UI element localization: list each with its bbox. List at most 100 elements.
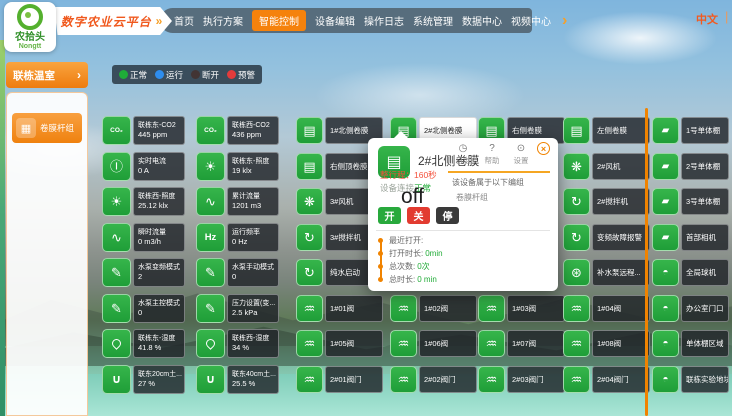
top-navbar: 首页执行方案智能控制设备编辑操作日志系统管理数据中心视频中心 › — [160, 8, 532, 33]
icon-glyph: ↻ — [571, 195, 582, 208]
app-logo: 农拾头 Nongtt — [4, 2, 56, 52]
camera-tile[interactable]: ▰2号单体棚 — [652, 153, 729, 180]
device-tile-box: 1#04阀 — [592, 295, 650, 322]
legend-item: 预警 — [227, 69, 255, 81]
sensor-tile[interactable]: ∿累计流量1201 m3 — [196, 187, 279, 216]
popup-tab[interactable]: ?帮助 — [479, 143, 505, 165]
icon-glyph: ✎ — [111, 302, 122, 315]
sensor-tile[interactable]: ✎水泵主控模式0 — [102, 294, 185, 323]
icon-glyph: ↻ — [304, 231, 315, 244]
sensor-tile[interactable]: 联栋东-湿度41.8 % — [102, 329, 185, 358]
device-tile[interactable]: ♒1#08阀 — [563, 330, 650, 357]
device-label: 2#01阀门 — [330, 374, 362, 385]
device-tile[interactable]: ↻ 2#搅拌机 — [563, 188, 650, 215]
language-switch[interactable]: 中文 — [696, 11, 718, 27]
sensor-tile[interactable]: ∪联东20cm土...27 % — [102, 365, 185, 394]
icon-glyph: ▰ — [662, 160, 670, 173]
cctv-camera-icon: ▰ — [652, 188, 679, 215]
device-tile[interactable]: ♒2#03阀门 — [478, 366, 565, 393]
popup-tab[interactable]: ⊙设置 — [508, 143, 534, 165]
device-tile[interactable]: ↻变频故障报警 — [563, 224, 650, 251]
device-tile[interactable]: ♒1#02阀 — [390, 295, 477, 322]
device-tile[interactable]: ♒1#07阀 — [478, 330, 565, 357]
device-label: 2#搅拌机 — [597, 196, 628, 207]
icon-glyph: ▤ — [570, 124, 582, 137]
control-button[interactable]: 停 — [436, 207, 459, 224]
icon-glyph: ◓ — [662, 266, 668, 279]
camera-tile[interactable]: ◓办公室门口 — [652, 295, 729, 322]
device-label: 1#06阀 — [424, 338, 448, 349]
camera-tile[interactable]: ◓单体棚区域 — [652, 330, 729, 357]
light-icon: ☀ — [102, 187, 131, 216]
sensor-tile[interactable]: ∿瞬时流量0 m3/h — [102, 223, 185, 252]
grid-scrollbar[interactable] — [645, 108, 648, 416]
device-tile[interactable]: ♒2#01阀门 — [296, 366, 383, 393]
sensor-tile[interactable]: ∪联东40cm土...25.5 % — [196, 365, 279, 394]
device-tile-box: 2#01阀门 — [325, 366, 383, 393]
close-icon[interactable]: × — [537, 142, 550, 155]
sidebar-header-greenhouse[interactable]: 联栋温室 › — [6, 62, 88, 88]
device-tile-box: 1#05阀 — [325, 330, 383, 357]
sensor-tile[interactable]: ✎水泵手动模式0 — [196, 258, 279, 287]
device-tile-box: 2#02阀门 — [419, 366, 477, 393]
device-tile[interactable]: ♒1#04阀 — [563, 295, 650, 322]
control-button[interactable]: 关 — [407, 207, 430, 224]
device-tile[interactable]: ♒1#01阀 — [296, 295, 383, 322]
sidebar-item-roller-group[interactable]: ▦ 卷膜杆组 — [12, 113, 82, 143]
sensor-tile[interactable]: ☀联栋西-照度25.12 klx — [102, 187, 185, 216]
device-tile[interactable]: ♒1#05阀 — [296, 330, 383, 357]
nav-item[interactable]: 系统管理 — [413, 13, 453, 28]
popup-tab[interactable]: ◷日志 — [450, 143, 476, 165]
camera-tile[interactable]: ◓全局球机 — [652, 259, 729, 286]
camera-tile[interactable]: ▰1号单体棚 — [652, 117, 729, 144]
sensor-value: 2.5 kPa — [232, 308, 274, 318]
sidebar-item-label: 卷膜杆组 — [40, 122, 74, 134]
dome-camera-icon: ◓ — [652, 366, 679, 393]
group-name-text: 卷膜杆组 — [456, 192, 488, 203]
control-button[interactable]: 开 — [378, 207, 401, 224]
mixer-icon: ↻ — [296, 224, 323, 251]
camera-tile[interactable]: ◓联栋实验地块 — [652, 366, 729, 393]
sensor-tile[interactable]: CO₂联栋东-CO2445 ppm — [102, 116, 185, 145]
stat-dot-icon — [378, 277, 383, 282]
device-tile[interactable]: ♒1#06阀 — [390, 330, 477, 357]
camera-tile[interactable]: ▰3号单体棚 — [652, 188, 729, 215]
device-tile[interactable]: ⊛补水泵远程... — [563, 259, 650, 286]
icon-glyph: ▰ — [662, 231, 670, 244]
mixer-icon: ↻ — [563, 188, 590, 215]
sensor-tile[interactable]: CO₂联栋西-CO2436 ppm — [196, 116, 279, 145]
sensor-value: 0 — [138, 308, 180, 318]
sensor-tile[interactable]: 联栋西-湿度34 % — [196, 329, 279, 358]
nav-arrow-icon: › — [562, 14, 567, 28]
device-tile[interactable]: ❋2#风机 — [563, 153, 650, 180]
nav-item[interactable]: 首页 — [174, 13, 194, 28]
sensor-name: 累计流量 — [232, 192, 274, 201]
dome-camera-icon: ◓ — [652, 330, 679, 357]
icon-glyph: ♒ — [398, 373, 410, 386]
nav-item[interactable]: 视频中心 — [511, 13, 551, 28]
nav-item[interactable]: 智能控制 — [252, 10, 306, 31]
nav-item[interactable]: 数据中心 — [462, 13, 502, 28]
device-label: 1#01阀 — [330, 303, 354, 314]
device-tile[interactable]: ▤左侧卷膜 — [563, 117, 650, 144]
device-tile-box: 1#08阀 — [592, 330, 650, 357]
sensor-tile[interactable]: Hz运行频率0 Hz — [196, 223, 279, 252]
sensor-tile[interactable]: ✎压力设置(变...2.5 kPa — [196, 294, 279, 323]
device-tile[interactable]: ♒1#03阀 — [478, 295, 565, 322]
icon-glyph: ▰ — [662, 195, 670, 208]
sensor-tile[interactable]: ☀联栋东-照度19 klx — [196, 152, 279, 181]
sensor-tile-box: 联栋东-湿度41.8 % — [133, 329, 185, 358]
nav-item[interactable]: 操作日志 — [364, 13, 404, 28]
device-label: 1#02阀 — [424, 303, 448, 314]
status-legend: 正常运行断开预警 — [112, 65, 262, 84]
legend-item: 运行 — [155, 69, 183, 81]
device-tile[interactable]: ♒ 2#02阀门 — [390, 366, 477, 393]
device-tile[interactable]: ♒2#04阀门 — [563, 366, 650, 393]
sensor-value: 25.12 klx — [138, 201, 180, 211]
nav-item[interactable]: 设备编辑 — [315, 13, 355, 28]
sensor-tile[interactable]: Ⓘ实时电流0 A — [102, 152, 185, 181]
nav-item[interactable]: 执行方案 — [203, 13, 243, 28]
sensor-tile[interactable]: ✎水泵变频模式2 — [102, 258, 185, 287]
chevron-right-icon: › — [77, 68, 81, 82]
camera-tile[interactable]: ▰首部相机 — [652, 224, 729, 251]
